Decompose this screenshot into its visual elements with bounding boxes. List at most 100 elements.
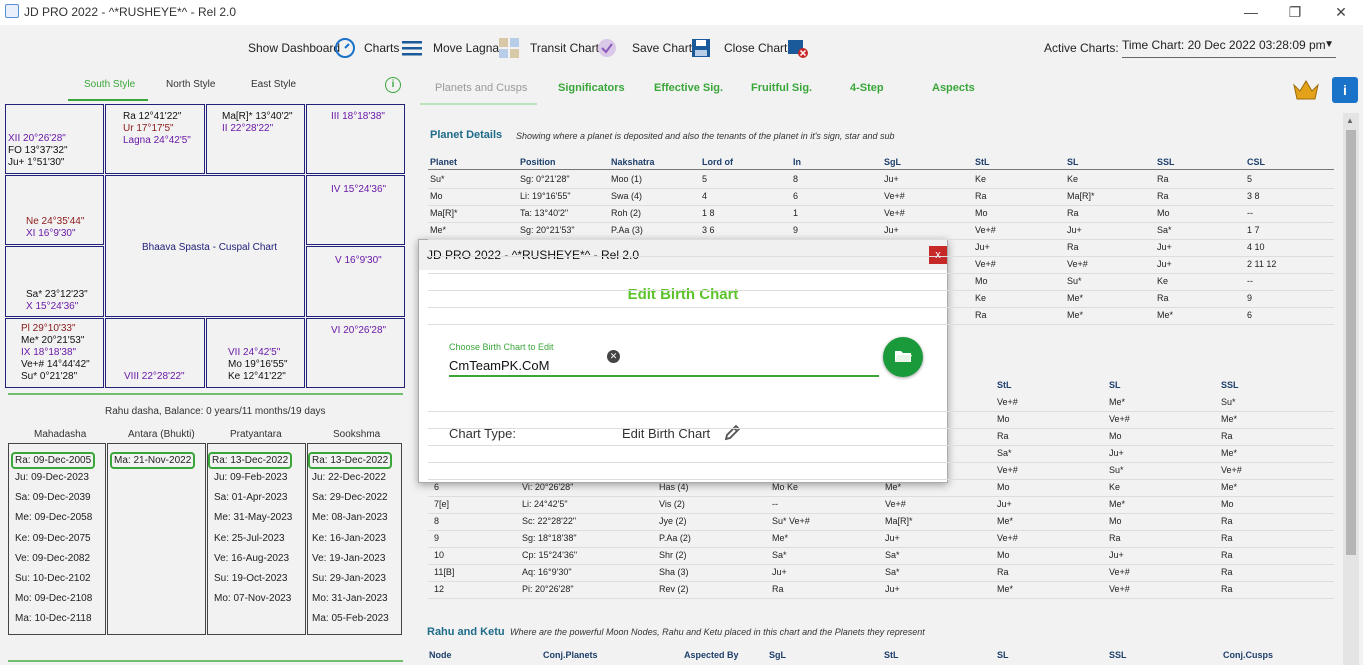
info-button[interactable]: i <box>1332 77 1358 103</box>
table-cell: Ra <box>997 567 1009 577</box>
mahadasha-item[interactable]: Ma: 10-Dec-2118 <box>15 613 92 624</box>
save-chart-button[interactable]: Save Chart <box>632 41 692 55</box>
table-cell: 6 <box>434 482 440 492</box>
scroll-up-icon[interactable]: ▲ <box>1346 116 1354 125</box>
chart-cell-16[interactable]: VI 20°26'28" <box>306 318 405 388</box>
transit-chart-button[interactable]: Transit Chart <box>530 41 599 55</box>
info-icon[interactable]: i <box>385 77 401 93</box>
tab-planets-and-cusps[interactable]: Planets and Cusps <box>435 82 527 94</box>
pencil-icon[interactable] <box>723 422 743 442</box>
chart-cell-8[interactable]: IV 15°24'36" <box>306 175 405 245</box>
chart-cell-text: VIII 22°28'22" <box>124 371 185 382</box>
table-cell: Li: 19°16'55" <box>520 191 571 201</box>
crown-icon[interactable] <box>1292 77 1320 101</box>
mahadasha-item[interactable]: Ve: 09-Dec-2082 <box>15 553 90 564</box>
pratyantara-item[interactable]: Sa: 01-Apr-2023 <box>214 492 287 503</box>
pratyantara-item[interactable]: Ke: 25-Jul-2023 <box>214 533 285 544</box>
chart-cell-text: VI 20°26'28" <box>331 325 387 336</box>
sookshma-item[interactable]: Ju: 22-Dec-2022 <box>312 472 386 483</box>
show-dashboard-button[interactable]: Show Dashboard <box>248 41 340 55</box>
antara-item[interactable]: Ma: 21-Nov-2022 <box>110 452 196 469</box>
move-lagna-button[interactable]: Move Lagna <box>433 41 499 55</box>
sookshma-item[interactable]: Ve: 19-Jan-2023 <box>312 553 385 564</box>
rahu-ketu-header: Conj.Cusps <box>1223 650 1274 660</box>
pratyantara-item[interactable]: Me: 31-May-2023 <box>214 512 292 523</box>
minimize-button[interactable]: — <box>1236 2 1266 22</box>
chart-cell-4[interactable]: III 18°18'38" <box>306 104 405 174</box>
chart-cell-9[interactable]: Sa* 23°12'23" X 15°24'36" <box>5 246 104 317</box>
pratyantara-item[interactable]: Mo: 07-Nov-2023 <box>214 593 291 604</box>
sookshma-item[interactable]: Ra: 13-Dec-2022 <box>308 452 393 469</box>
table-cell: P.Aa (2) <box>659 533 691 543</box>
clear-input-icon[interactable]: ✕ <box>607 350 620 363</box>
table-cell: Su* <box>1221 397 1236 407</box>
table-cell: Ra <box>975 310 987 320</box>
birth-chart-input[interactable] <box>449 355 879 377</box>
mahadasha-item[interactable]: Ju: 09-Dec-2023 <box>15 472 89 483</box>
dialog-close-button[interactable]: x <box>929 246 947 264</box>
charts-button[interactable]: Charts <box>364 41 399 55</box>
tab-effective-sig[interactable]: Effective Sig. <box>654 82 723 94</box>
mahadasha-item[interactable]: Ke: 09-Dec-2075 <box>15 533 91 544</box>
table-cell: Ra <box>1221 431 1233 441</box>
menu-lines-icon[interactable] <box>401 37 423 59</box>
scrollbar-thumb[interactable] <box>1346 130 1356 555</box>
mahadasha-item[interactable]: Sa: 09-Dec-2039 <box>15 492 91 503</box>
chart-cell-15[interactable]: VII 24°42'5" Mo 19°16'55" Ke 12°41'22" <box>206 318 305 388</box>
chart-cell-3[interactable]: Ma[R]* 13°40'2" II 22°28'22" <box>206 104 305 174</box>
chart-cell-12[interactable]: V 16°9'30" <box>306 246 405 317</box>
save-disk-icon[interactable] <box>690 37 712 59</box>
table-cell: Me* <box>885 482 902 492</box>
close-window-button[interactable]: ✕ <box>1326 2 1356 22</box>
chart-cell-2[interactable]: Ra 12°41'22" Ur 17°17'5" Lagna 24°42'5" <box>105 104 205 174</box>
close-chart-icon[interactable] <box>787 37 809 59</box>
table-cell: Ve+# <box>1067 259 1088 269</box>
pratyantara-item[interactable]: Ra: 13-Dec-2022 <box>208 452 293 469</box>
transit-check-icon[interactable] <box>596 37 618 59</box>
table-cell: Swa (4) <box>611 191 643 201</box>
active-charts-label: Active Charts: <box>1044 41 1119 55</box>
close-chart-button[interactable]: Close Chart <box>724 41 787 55</box>
mahadasha-item[interactable]: Me: 09-Dec-2058 <box>15 512 92 523</box>
rahu-ketu-header: Aspected By <box>684 650 739 660</box>
table-cell: Ve+# <box>884 191 905 201</box>
pratyantara-item[interactable]: Su: 19-Oct-2023 <box>214 573 287 584</box>
pratyantara-item[interactable]: Ve: 16-Aug-2023 <box>214 553 289 564</box>
chart-cell-5[interactable]: Ne 24°35'44" XI 16°9'30" <box>5 175 104 245</box>
table-row-line <box>428 256 1334 257</box>
chart-cell-text: Me* 20°21'53" <box>21 335 85 346</box>
tab-significators[interactable]: Significators <box>558 82 625 94</box>
table-cell: Su* Ve+# <box>772 516 810 526</box>
sookshma-item[interactable]: Sa: 29-Dec-2022 <box>312 492 388 503</box>
sookshma-item[interactable]: Ma: 05-Feb-2023 <box>312 613 389 624</box>
active-charts-select[interactable]: Time Chart: 20 Dec 2022 03:28:09 pm ▼ <box>1122 38 1336 58</box>
tab-4-step[interactable]: 4-Step <box>850 82 884 94</box>
tab-aspects[interactable]: Aspects <box>932 82 975 94</box>
mahadasha-item[interactable]: Su: 10-Dec-2102 <box>15 573 91 584</box>
table-cell: 8 <box>434 516 440 526</box>
table-cell: Ju+ <box>885 533 900 543</box>
tab-north-style[interactable]: North Style <box>166 79 215 90</box>
sookshma-item[interactable]: Me: 08-Jan-2023 <box>312 512 388 523</box>
chart-cell-1[interactable]: XII 20°26'28" FO 13°37'32" Ju+ 1°51'30" <box>5 104 104 174</box>
gauge-icon[interactable] <box>334 37 356 59</box>
restore-button[interactable]: ❐ <box>1280 2 1310 22</box>
table-cell: 2 11 12 <box>1247 259 1277 269</box>
sookshma-item[interactable]: Mo: 31-Jan-2023 <box>312 593 388 604</box>
chart-cell-13[interactable]: Pl 29°10'33" Me* 20°21'53" IX 18°18'38" … <box>5 318 104 388</box>
mahadasha-item[interactable]: Mo: 09-Dec-2108 <box>15 593 92 604</box>
table-cell: 3 6 <box>702 225 715 235</box>
grid-icon[interactable] <box>498 37 520 59</box>
pratyantara-item[interactable]: Ju: 09-Feb-2023 <box>214 472 287 483</box>
chart-cell-14[interactable]: VIII 22°28'22" <box>105 318 205 388</box>
open-folder-button[interactable] <box>883 337 923 377</box>
sookshma-item[interactable]: Ke: 16-Jan-2023 <box>312 533 386 544</box>
mahadasha-item[interactable]: Ra: 09-Dec-2005 <box>11 452 96 469</box>
sookshma-item[interactable]: Su: 29-Jan-2023 <box>312 573 386 584</box>
table-cell: Sha (3) <box>659 567 689 577</box>
tab-east-style[interactable]: East Style <box>251 79 296 90</box>
table-cell: Ma[R]* <box>430 208 458 218</box>
tab-south-style[interactable]: South Style <box>84 79 135 90</box>
tab-fruitful-sig[interactable]: Fruitful Sig. <box>751 82 812 94</box>
section-divider <box>8 393 403 395</box>
